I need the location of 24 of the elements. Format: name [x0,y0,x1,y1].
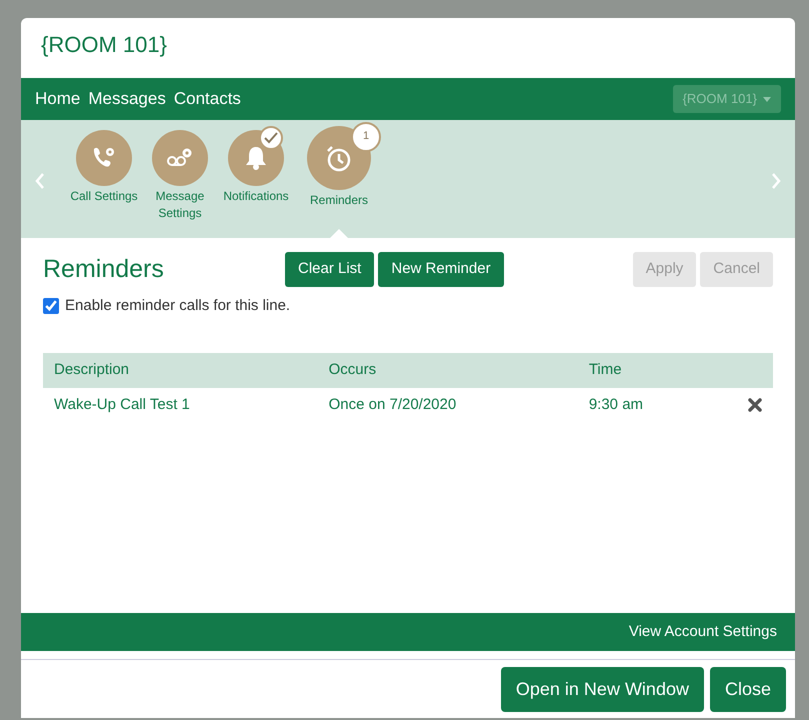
account-settings-link[interactable]: View Account Settings [628,620,777,644]
column-header: Occurs [318,353,578,388]
dialog-button[interactable]: Close [710,667,786,712]
nav-link[interactable]: Messages [88,86,166,112]
delete-icon[interactable] [748,398,762,412]
bell-icon [244,145,268,171]
enable-checkbox[interactable] [43,298,59,314]
nav-link[interactable]: Home [35,86,80,112]
section-title: Reminders [43,254,165,284]
dialog-button[interactable]: Open in New Window [500,667,704,712]
table-cell: 9:30 am [578,388,710,422]
table-cell: Wake-Up Call Test 1 [43,388,318,422]
feature-tab[interactable]: Message Settings [145,126,215,223]
nav-link[interactable]: Contacts [174,86,241,112]
column-header: Description [43,353,318,388]
caret-icon [763,96,771,102]
dialog-title: {ROOM 101} [40,31,168,59]
selection-pointer [330,229,348,238]
toolbar-button[interactable]: Clear List [285,252,374,286]
table-cell: Once on 7/20/2020 [318,388,578,422]
toolbar-button[interactable]: New Reminder [378,252,504,286]
count-badge: 1 [351,122,381,152]
column-header: Time [578,353,710,388]
checkbox-label: Enable reminder calls for this line. [65,296,290,316]
